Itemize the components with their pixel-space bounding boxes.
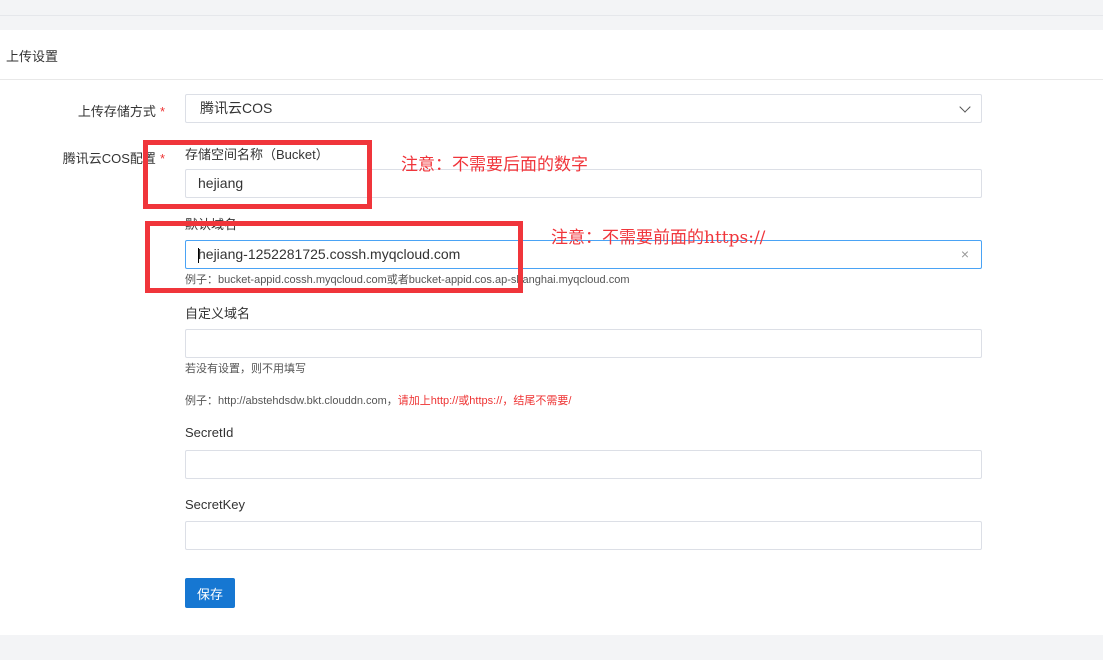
clear-icon[interactable]: × [961, 241, 969, 268]
secretid-label: SecretId [185, 425, 234, 440]
upload-settings-card: 上传设置 上传存储方式 * 腾讯云COS 腾讯云COS配置 * 存储空间名称（Buc… [0, 30, 1103, 635]
secretkey-label: SecretKey [185, 497, 245, 512]
secretid-input[interactable] [185, 450, 982, 479]
top-bar [0, 0, 1103, 16]
custom-domain-example: 例子：http://abstehdsdw.bkt.clouddn.com，请加上… [185, 395, 572, 407]
annotation-note-domain: 注意：不需要前面的https:// [551, 228, 766, 248]
divider [0, 79, 1103, 80]
secretkey-input[interactable] [185, 521, 982, 550]
custom-domain-label: 自定义域名 [185, 306, 251, 321]
card-title: 上传设置 [6, 49, 59, 64]
storage-select[interactable]: 腾讯云COS [185, 94, 982, 123]
storage-label: 上传存储方式 * [77, 104, 165, 119]
annotation-box-domain [145, 221, 523, 293]
custom-domain-hint: 若没有设置，则不用填写 [185, 363, 306, 375]
custom-domain-input[interactable] [185, 329, 982, 358]
annotation-note-bucket: 注意：不需要后面的数字 [401, 155, 588, 175]
annotation-box-bucket [143, 140, 372, 209]
chevron-down-icon [959, 101, 971, 113]
save-button[interactable]: 保存 [185, 578, 235, 608]
